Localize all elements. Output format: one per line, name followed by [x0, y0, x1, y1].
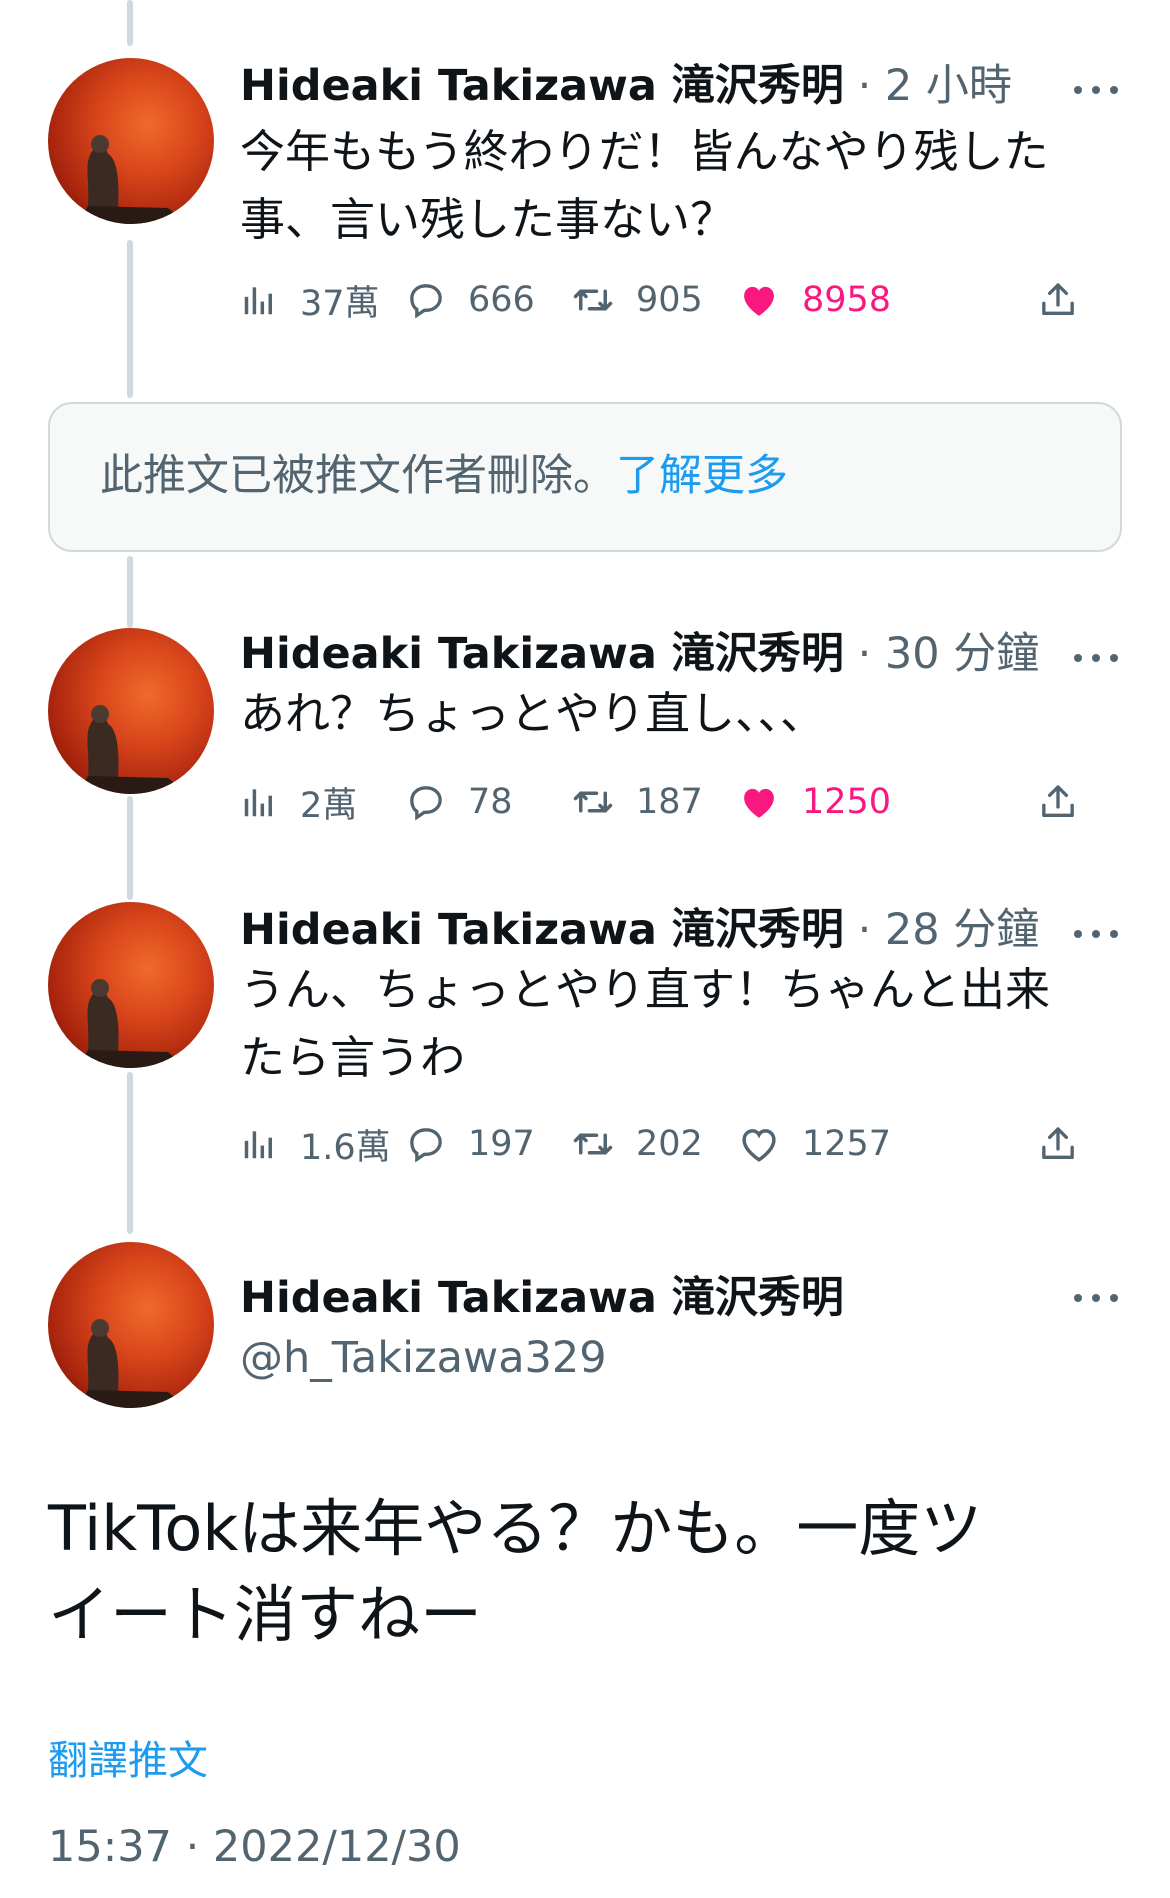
like-count: 1250 — [802, 782, 892, 822]
deleted-notice-text: 此推文已被推文作者刪除。 — [100, 451, 616, 501]
views-button[interactable]: 37萬 — [240, 272, 380, 328]
reply-count: 78 — [468, 782, 513, 822]
avatar[interactable] — [48, 628, 214, 794]
views-icon — [244, 789, 272, 817]
views-button[interactable]: 2萬 — [240, 774, 357, 830]
tweet-header: Hideaki Takizawa 滝沢秀明 · 30 分鐘 — [240, 626, 1039, 682]
tweet-actions: 2萬 78 187 1250 — [240, 774, 1110, 830]
share-button[interactable] — [1038, 272, 1100, 328]
tweet-timestamp[interactable]: 15:37 · 2022/12/30 — [48, 1822, 461, 1872]
like-button[interactable]: 8958 — [738, 272, 891, 328]
reply-button[interactable]: 197 — [406, 1116, 535, 1172]
tweet-text: あれ？ちょっとやり直し、、、 — [240, 687, 826, 740]
share-icon — [1042, 1127, 1074, 1159]
retweet-count: 187 — [636, 782, 703, 822]
reply-button[interactable]: 78 — [406, 774, 513, 830]
avatar-figure — [78, 1319, 188, 1408]
views-count: 37萬 — [300, 283, 380, 324]
share-icon — [1042, 283, 1074, 315]
deleted-tweet-notice: 此推文已被推文作者刪除。了解更多 — [48, 402, 1122, 552]
avatar-figure — [78, 705, 188, 794]
tweet-actions: 1.6萬 197 202 1257 — [240, 1116, 1110, 1172]
like-count: 1257 — [802, 1124, 892, 1164]
views-count: 2萬 — [300, 785, 358, 826]
more-icon[interactable] — [1074, 80, 1118, 100]
reply-icon — [410, 284, 442, 319]
retweet-count: 905 — [636, 280, 703, 320]
like-button[interactable]: 1257 — [738, 1116, 891, 1172]
share-icon — [1042, 785, 1074, 817]
separator: · — [857, 905, 872, 955]
author-handle[interactable]: @h_Takizawa329 — [240, 1330, 607, 1386]
translate-tweet-link[interactable]: 翻譯推文 — [48, 1728, 208, 1786]
learn-more-link[interactable]: 了解更多 — [616, 451, 788, 501]
more-icon[interactable] — [1074, 924, 1118, 944]
like-button[interactable]: 1250 — [738, 774, 891, 830]
share-button[interactable] — [1038, 1116, 1100, 1172]
views-icon — [244, 287, 272, 315]
thread-line — [127, 240, 133, 398]
retweet-icon — [573, 1133, 613, 1155]
reply-count: 666 — [468, 280, 535, 320]
retweet-button[interactable]: 187 — [572, 774, 703, 830]
author-name[interactable]: Hideaki Takizawa 滝沢秀明 — [240, 1270, 844, 1326]
retweet-button[interactable]: 202 — [572, 1116, 703, 1172]
tweet-time[interactable]: 2 小時 — [885, 61, 1012, 111]
thread-line — [127, 0, 133, 46]
reply-count: 197 — [468, 1124, 535, 1164]
more-icon[interactable] — [1074, 1288, 1118, 1308]
thread-line — [127, 796, 133, 900]
separator: · — [857, 629, 872, 679]
author-name[interactable]: Hideaki Takizawa 滝沢秀明 — [240, 629, 844, 679]
avatar[interactable] — [48, 58, 214, 224]
views-button[interactable]: 1.6萬 — [240, 1116, 391, 1172]
tweet-actions: 37萬 666 905 8958 — [240, 272, 1110, 328]
views-count: 1.6萬 — [300, 1127, 391, 1168]
separator: · — [857, 61, 872, 111]
tweet-header: Hideaki Takizawa 滝沢秀明 · 28 分鐘 — [240, 902, 1039, 958]
author-name[interactable]: Hideaki Takizawa 滝沢秀明 — [240, 61, 844, 111]
like-count: 8958 — [802, 280, 892, 320]
avatar[interactable] — [48, 902, 214, 1068]
avatar-figure — [78, 135, 188, 224]
views-icon — [244, 1131, 272, 1159]
retweet-count: 202 — [636, 1124, 703, 1164]
author-name[interactable]: Hideaki Takizawa 滝沢秀明 — [240, 905, 844, 955]
tweet-text: 今年ももう終わりだ！皆んなやり残した 事、言い残した事ない？ — [240, 125, 1049, 246]
tweet-time[interactable]: 30 分鐘 — [885, 629, 1039, 679]
thread-line — [127, 1072, 133, 1234]
avatar-figure — [78, 979, 188, 1068]
reply-icon — [410, 1128, 442, 1163]
heart-icon — [744, 286, 774, 316]
tweet-time[interactable]: 28 分鐘 — [885, 905, 1039, 955]
reply-button[interactable]: 666 — [406, 272, 535, 328]
tweet-text: うん、ちょっとやり直す！ちゃんと出来 たら言うわ — [240, 963, 1051, 1084]
heart-icon — [742, 1129, 776, 1162]
reply-icon — [410, 786, 442, 821]
more-icon[interactable] — [1074, 648, 1118, 668]
retweet-icon — [573, 289, 613, 311]
tweet-header: Hideaki Takizawa 滝沢秀明 · 2 小時 — [240, 58, 1012, 114]
heart-icon — [744, 788, 774, 818]
retweet-button[interactable]: 905 — [572, 272, 703, 328]
retweet-icon — [573, 791, 613, 813]
share-button[interactable] — [1038, 774, 1100, 830]
avatar[interactable] — [48, 1242, 214, 1408]
thread-line — [127, 556, 133, 628]
main-tweet-text: TikTokは来年やる？かも。一度ツ イート消すねー — [48, 1492, 983, 1651]
